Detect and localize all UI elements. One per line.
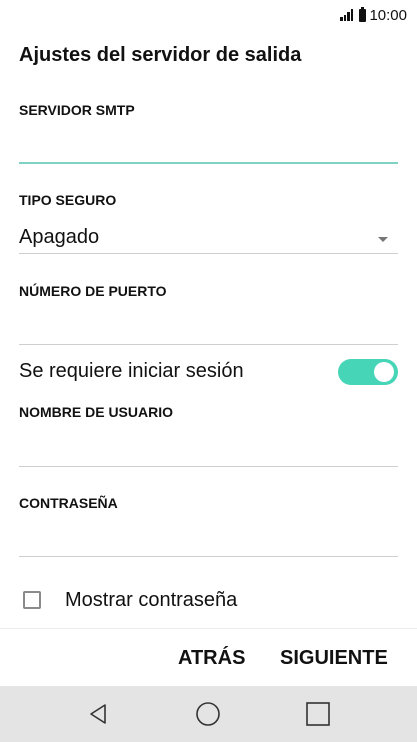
nav-home-button[interactable]: [178, 686, 238, 742]
smtp-server-underline: [19, 162, 398, 164]
smtp-server-label: SERVIDOR SMTP: [19, 102, 135, 118]
require-login-label: Se requiere iniciar sesión: [19, 360, 244, 382]
nav-back-button[interactable]: [68, 686, 128, 742]
password-input[interactable]: [19, 523, 398, 553]
smtp-server-input[interactable]: [19, 130, 398, 160]
next-button[interactable]: SIGUIENTE: [280, 647, 388, 670]
triangle-back-icon: [90, 704, 106, 724]
show-password-checkbox[interactable]: [23, 591, 41, 609]
username-input[interactable]: [19, 432, 398, 462]
toggle-knob: [374, 362, 394, 382]
require-login-toggle[interactable]: [338, 359, 398, 385]
port-input[interactable]: [19, 311, 398, 341]
circle-home-icon: [196, 702, 220, 726]
signal-bars-icon: [340, 9, 354, 21]
nav-recents-button[interactable]: [288, 686, 348, 742]
button-bar-divider: [0, 628, 417, 629]
security-type-underline: [19, 253, 398, 254]
square-recents-icon: [306, 702, 330, 726]
dropdown-arrow-icon: [378, 237, 388, 242]
status-bar: 10:00: [0, 0, 417, 30]
username-underline: [19, 466, 398, 467]
security-type-value: Apagado: [19, 226, 100, 248]
password-label: CONTRASEÑA: [19, 495, 118, 511]
username-label: NOMBRE DE USUARIO: [19, 404, 174, 420]
status-time: 10:00: [369, 6, 407, 24]
page-title: Ajustes del servidor de salida: [19, 44, 302, 66]
port-label: NÚMERO DE PUERTO: [19, 283, 167, 299]
navigation-bar: [0, 686, 417, 742]
battery-icon: [359, 6, 367, 22]
password-underline: [19, 556, 398, 557]
security-type-label: TIPO SEGURO: [19, 192, 117, 208]
show-password-label[interactable]: Mostrar contraseña: [65, 589, 237, 612]
port-underline: [19, 344, 398, 345]
back-button[interactable]: ATRÁS: [178, 647, 245, 670]
